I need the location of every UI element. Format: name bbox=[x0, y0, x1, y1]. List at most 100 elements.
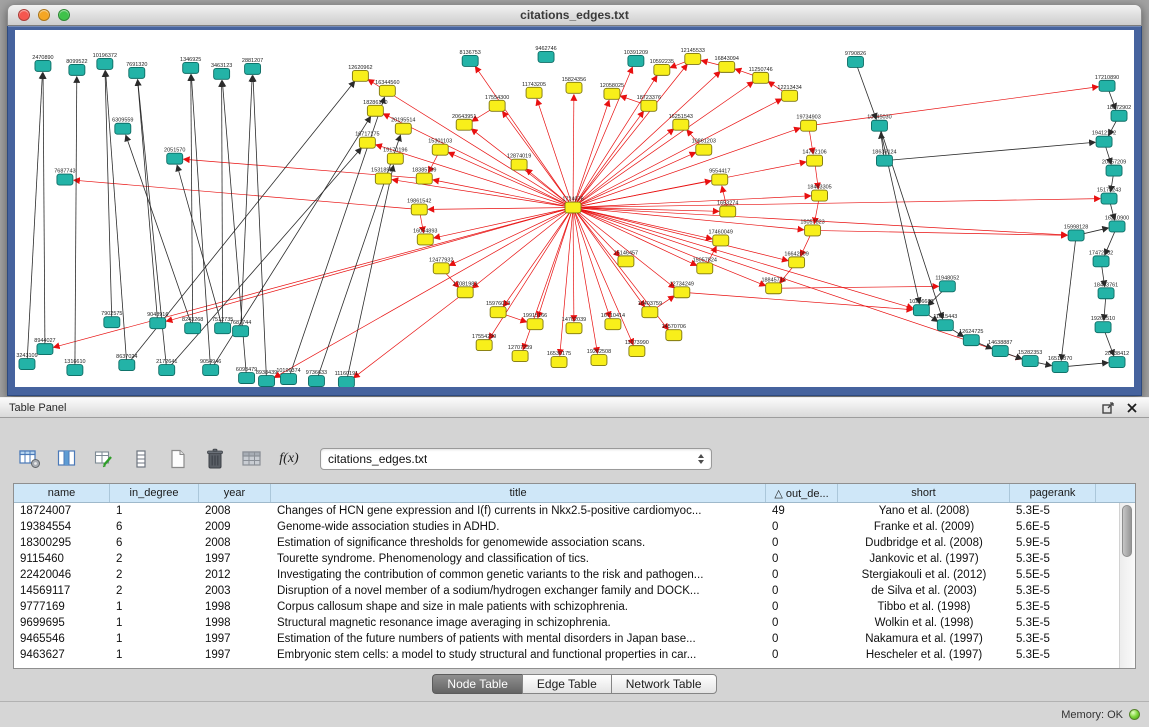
graph-node[interactable] bbox=[375, 173, 391, 184]
network-svg[interactable]: 1724076165327495544171086120316251543187… bbox=[15, 30, 1134, 387]
graph-node[interactable] bbox=[871, 120, 887, 131]
graph-node[interactable] bbox=[565, 202, 581, 213]
table-row[interactable]: 969969511998Structural magnetic resonanc… bbox=[14, 615, 1135, 631]
graph-node[interactable] bbox=[805, 225, 821, 236]
graph-edge[interactable] bbox=[573, 208, 574, 322]
graph-node[interactable] bbox=[1052, 362, 1068, 373]
graph-node[interactable] bbox=[97, 58, 113, 69]
graph-edge[interactable] bbox=[43, 73, 45, 349]
graph-node[interactable] bbox=[782, 90, 798, 101]
graph-edge[interactable] bbox=[809, 87, 1099, 126]
table-scrollbar[interactable] bbox=[1119, 503, 1135, 668]
graph-node[interactable] bbox=[281, 374, 297, 385]
graph-node[interactable] bbox=[1093, 256, 1109, 267]
graph-edge[interactable] bbox=[537, 99, 573, 207]
graph-node[interactable] bbox=[673, 119, 689, 130]
graph-node[interactable] bbox=[654, 64, 670, 75]
new-file-icon[interactable] bbox=[166, 446, 190, 472]
graph-node[interactable] bbox=[753, 72, 769, 83]
graph-node[interactable] bbox=[203, 365, 219, 376]
graph-edge[interactable] bbox=[573, 129, 674, 207]
graph-node[interactable] bbox=[239, 373, 255, 384]
close-window-icon[interactable] bbox=[18, 9, 30, 21]
graph-node[interactable] bbox=[618, 256, 634, 267]
zoom-window-icon[interactable] bbox=[58, 9, 70, 21]
graph-node[interactable] bbox=[367, 105, 383, 116]
graph-node[interactable] bbox=[159, 365, 175, 376]
graph-node[interactable] bbox=[259, 376, 275, 387]
import-table-icon[interactable] bbox=[240, 446, 264, 472]
graph-node[interactable] bbox=[115, 123, 131, 134]
graph-node[interactable] bbox=[1109, 221, 1125, 232]
graph-edge[interactable] bbox=[428, 208, 573, 210]
close-panel-icon[interactable] bbox=[1124, 400, 1140, 416]
table-row[interactable]: 1456911722003Disruption of a novel membe… bbox=[14, 583, 1135, 599]
graph-node[interactable] bbox=[359, 137, 375, 148]
graph-node[interactable] bbox=[433, 263, 449, 274]
column-header-out-de[interactable]: △ out_de... bbox=[766, 484, 838, 502]
table-panel-titlebar[interactable]: Table Panel bbox=[0, 397, 1149, 418]
graph-node[interactable] bbox=[1022, 356, 1038, 367]
graph-node[interactable] bbox=[233, 326, 249, 337]
graph-edge[interactable] bbox=[573, 199, 1100, 208]
graph-node[interactable] bbox=[35, 60, 51, 71]
graph-node[interactable] bbox=[215, 323, 231, 334]
graph-edge[interactable] bbox=[573, 95, 574, 208]
graph-node[interactable] bbox=[801, 120, 817, 131]
graph-node[interactable] bbox=[19, 359, 35, 370]
tab-network-table[interactable]: Network Table bbox=[611, 674, 717, 694]
graph-node[interactable] bbox=[789, 257, 805, 268]
graph-edge[interactable] bbox=[1061, 235, 1076, 360]
graph-node[interactable] bbox=[1101, 193, 1117, 204]
graph-node[interactable] bbox=[432, 144, 448, 155]
graph-node[interactable] bbox=[1068, 230, 1084, 241]
graph-node[interactable] bbox=[416, 173, 432, 184]
graph-node[interactable] bbox=[57, 174, 73, 185]
delete-icon[interactable] bbox=[203, 446, 227, 472]
graph-node[interactable] bbox=[167, 153, 183, 164]
graph-edge[interactable] bbox=[682, 292, 913, 309]
graph-edge[interactable] bbox=[573, 128, 800, 207]
graph-node[interactable] bbox=[104, 317, 120, 328]
graph-node[interactable] bbox=[566, 82, 582, 93]
graph-node[interactable] bbox=[526, 87, 542, 98]
graph-node[interactable] bbox=[719, 61, 735, 72]
graph-edge[interactable] bbox=[368, 80, 573, 208]
edit-table-icon[interactable] bbox=[92, 446, 116, 472]
graph-node[interactable] bbox=[713, 235, 729, 246]
graph-node[interactable] bbox=[456, 119, 472, 130]
graph-node[interactable] bbox=[352, 70, 368, 81]
graph-node[interactable] bbox=[566, 323, 582, 334]
graph-node[interactable] bbox=[1099, 80, 1115, 91]
graph-node[interactable] bbox=[807, 155, 823, 166]
graph-node[interactable] bbox=[720, 206, 736, 217]
graph-node[interactable] bbox=[538, 51, 554, 62]
graph-node[interactable] bbox=[379, 85, 395, 96]
graph-edge[interactable] bbox=[573, 162, 806, 208]
scrollbar-thumb[interactable] bbox=[1122, 505, 1132, 557]
graph-edge[interactable] bbox=[433, 180, 573, 208]
graph-edge[interactable] bbox=[573, 208, 610, 318]
graph-node[interactable] bbox=[629, 346, 645, 357]
column-header-title[interactable]: title bbox=[271, 484, 766, 502]
graph-node[interactable] bbox=[527, 319, 543, 330]
graph-node[interactable] bbox=[511, 159, 527, 170]
graph-node[interactable] bbox=[1096, 136, 1112, 147]
graph-node[interactable] bbox=[628, 55, 644, 66]
network-canvas[interactable]: 1724076165327495544171086120316251543187… bbox=[15, 30, 1134, 387]
graph-node[interactable] bbox=[119, 360, 135, 371]
table-row[interactable]: 911546021997Tourette syndrome. Phenomeno… bbox=[14, 551, 1135, 567]
graph-node[interactable] bbox=[69, 64, 85, 75]
graph-edge[interactable] bbox=[538, 208, 573, 318]
column-header-short[interactable]: short bbox=[838, 484, 1010, 502]
graph-edge[interactable] bbox=[573, 64, 687, 207]
window-titlebar[interactable]: citations_edges.txt bbox=[7, 4, 1142, 26]
tab-node-table[interactable]: Node Table bbox=[432, 674, 522, 694]
function-builder-icon[interactable]: f(x) bbox=[277, 446, 301, 472]
column-icon[interactable] bbox=[129, 446, 153, 472]
float-panel-icon[interactable] bbox=[1100, 400, 1116, 416]
graph-node[interactable] bbox=[214, 68, 230, 79]
graph-node[interactable] bbox=[185, 323, 201, 334]
graph-edge[interactable] bbox=[573, 82, 753, 208]
graph-edge[interactable] bbox=[27, 73, 42, 364]
